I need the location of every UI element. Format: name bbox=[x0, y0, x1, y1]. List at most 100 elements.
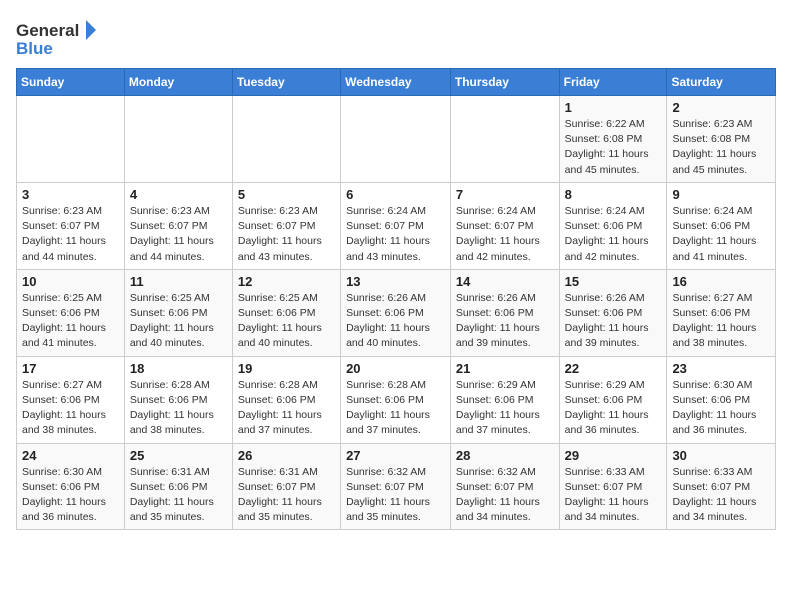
weekday-header-saturday: Saturday bbox=[667, 69, 776, 96]
calendar-cell bbox=[450, 96, 559, 183]
day-info: Sunrise: 6:32 AMSunset: 6:07 PMDaylight:… bbox=[346, 465, 445, 526]
day-number: 27 bbox=[346, 448, 445, 463]
calendar-cell: 21 Sunrise: 6:29 AMSunset: 6:06 PMDayligh… bbox=[450, 356, 559, 443]
calendar-cell: 14 Sunrise: 6:26 AMSunset: 6:06 PMDayligh… bbox=[450, 269, 559, 356]
day-number: 24 bbox=[22, 448, 119, 463]
calendar-cell: 5 Sunrise: 6:23 AMSunset: 6:07 PMDaylight… bbox=[232, 182, 340, 269]
calendar-cell: 27 Sunrise: 6:32 AMSunset: 6:07 PMDayligh… bbox=[341, 443, 451, 530]
day-info: Sunrise: 6:28 AMSunset: 6:06 PMDaylight:… bbox=[346, 378, 445, 439]
calendar-cell: 22 Sunrise: 6:29 AMSunset: 6:06 PMDayligh… bbox=[559, 356, 667, 443]
day-info: Sunrise: 6:32 AMSunset: 6:07 PMDaylight:… bbox=[456, 465, 554, 526]
day-info: Sunrise: 6:23 AMSunset: 6:07 PMDaylight:… bbox=[22, 204, 119, 265]
week-row-4: 17 Sunrise: 6:27 AMSunset: 6:06 PMDayligh… bbox=[17, 356, 776, 443]
day-number: 22 bbox=[565, 361, 662, 376]
weekday-header-monday: Monday bbox=[124, 69, 232, 96]
day-number: 28 bbox=[456, 448, 554, 463]
calendar-cell: 3 Sunrise: 6:23 AMSunset: 6:07 PMDaylight… bbox=[17, 182, 125, 269]
day-number: 7 bbox=[456, 187, 554, 202]
weekday-header-friday: Friday bbox=[559, 69, 667, 96]
calendar-cell: 2Sunrise: 6:23 AMSunset: 6:08 PMDaylight… bbox=[667, 96, 776, 183]
day-number: 29 bbox=[565, 448, 662, 463]
day-info: Sunrise: 6:24 AMSunset: 6:06 PMDaylight:… bbox=[672, 204, 770, 265]
day-info: Sunrise: 6:26 AMSunset: 6:06 PMDaylight:… bbox=[346, 291, 445, 352]
logo: GeneralBlue bbox=[16, 16, 96, 60]
page-header: GeneralBlue bbox=[16, 16, 776, 60]
day-info: Sunrise: 6:24 AMSunset: 6:07 PMDaylight:… bbox=[346, 204, 445, 265]
calendar-cell: 4 Sunrise: 6:23 AMSunset: 6:07 PMDaylight… bbox=[124, 182, 232, 269]
day-number: 17 bbox=[22, 361, 119, 376]
day-info: Sunrise: 6:27 AMSunset: 6:06 PMDaylight:… bbox=[22, 378, 119, 439]
day-info: Sunrise: 6:23 AMSunset: 6:07 PMDaylight:… bbox=[130, 204, 227, 265]
calendar-cell: 30 Sunrise: 6:33 AMSunset: 6:07 PMDayligh… bbox=[667, 443, 776, 530]
calendar-cell: 11Sunrise: 6:25 AMSunset: 6:06 PMDayligh… bbox=[124, 269, 232, 356]
calendar-cell: 7Sunrise: 6:24 AMSunset: 6:07 PMDaylight… bbox=[450, 182, 559, 269]
calendar-cell: 25 Sunrise: 6:31 AMSunset: 6:06 PMDayligh… bbox=[124, 443, 232, 530]
calendar-cell bbox=[17, 96, 125, 183]
calendar-cell: 26 Sunrise: 6:31 AMSunset: 6:07 PMDayligh… bbox=[232, 443, 340, 530]
day-info: Sunrise: 6:25 AMSunset: 6:06 PMDaylight:… bbox=[22, 291, 119, 352]
calendar-cell: 20 Sunrise: 6:28 AMSunset: 6:06 PMDayligh… bbox=[341, 356, 451, 443]
calendar-table: SundayMondayTuesdayWednesdayThursdayFrid… bbox=[16, 68, 776, 530]
calendar-cell: 15 Sunrise: 6:26 AMSunset: 6:06 PMDayligh… bbox=[559, 269, 667, 356]
day-info: Sunrise: 6:26 AMSunset: 6:06 PMDaylight:… bbox=[456, 291, 554, 352]
calendar-cell: 8Sunrise: 6:24 AMSunset: 6:06 PMDaylight… bbox=[559, 182, 667, 269]
day-number: 4 bbox=[130, 187, 227, 202]
calendar-cell: 24 Sunrise: 6:30 AMSunset: 6:06 PMDayligh… bbox=[17, 443, 125, 530]
day-info: Sunrise: 6:29 AMSunset: 6:06 PMDaylight:… bbox=[565, 378, 662, 439]
day-info: Sunrise: 6:28 AMSunset: 6:06 PMDaylight:… bbox=[238, 378, 335, 439]
day-number: 19 bbox=[238, 361, 335, 376]
calendar-cell: 13 Sunrise: 6:26 AMSunset: 6:06 PMDayligh… bbox=[341, 269, 451, 356]
day-info: Sunrise: 6:25 AMSunset: 6:06 PMDaylight:… bbox=[238, 291, 335, 352]
day-info: Sunrise: 6:22 AMSunset: 6:08 PMDaylight:… bbox=[565, 117, 662, 178]
day-number: 14 bbox=[456, 274, 554, 289]
week-row-1: 1Sunrise: 6:22 AMSunset: 6:08 PMDaylight… bbox=[17, 96, 776, 183]
calendar-cell: 17 Sunrise: 6:27 AMSunset: 6:06 PMDayligh… bbox=[17, 356, 125, 443]
day-number: 23 bbox=[672, 361, 770, 376]
weekday-header-thursday: Thursday bbox=[450, 69, 559, 96]
day-number: 9 bbox=[672, 187, 770, 202]
day-info: Sunrise: 6:23 AMSunset: 6:07 PMDaylight:… bbox=[238, 204, 335, 265]
svg-text:Blue: Blue bbox=[16, 39, 53, 58]
day-info: Sunrise: 6:31 AMSunset: 6:07 PMDaylight:… bbox=[238, 465, 335, 526]
day-info: Sunrise: 6:30 AMSunset: 6:06 PMDaylight:… bbox=[22, 465, 119, 526]
day-number: 25 bbox=[130, 448, 227, 463]
day-number: 2 bbox=[672, 100, 770, 115]
day-info: Sunrise: 6:24 AMSunset: 6:06 PMDaylight:… bbox=[565, 204, 662, 265]
day-info: Sunrise: 6:31 AMSunset: 6:06 PMDaylight:… bbox=[130, 465, 227, 526]
day-info: Sunrise: 6:25 AMSunset: 6:06 PMDaylight:… bbox=[130, 291, 227, 352]
day-number: 10 bbox=[22, 274, 119, 289]
day-number: 15 bbox=[565, 274, 662, 289]
calendar-cell: 29Sunrise: 6:33 AMSunset: 6:07 PMDayligh… bbox=[559, 443, 667, 530]
day-number: 5 bbox=[238, 187, 335, 202]
calendar-cell: 10 Sunrise: 6:25 AMSunset: 6:06 PMDayligh… bbox=[17, 269, 125, 356]
calendar-cell: 9 Sunrise: 6:24 AMSunset: 6:06 PMDaylight… bbox=[667, 182, 776, 269]
calendar-cell bbox=[124, 96, 232, 183]
week-row-3: 10 Sunrise: 6:25 AMSunset: 6:06 PMDayligh… bbox=[17, 269, 776, 356]
weekday-header-tuesday: Tuesday bbox=[232, 69, 340, 96]
weekday-header-wednesday: Wednesday bbox=[341, 69, 451, 96]
calendar-cell: 12 Sunrise: 6:25 AMSunset: 6:06 PMDayligh… bbox=[232, 269, 340, 356]
day-number: 30 bbox=[672, 448, 770, 463]
calendar-cell bbox=[341, 96, 451, 183]
day-info: Sunrise: 6:27 AMSunset: 6:06 PMDaylight:… bbox=[672, 291, 770, 352]
day-number: 6 bbox=[346, 187, 445, 202]
day-number: 21 bbox=[456, 361, 554, 376]
calendar-cell: 6 Sunrise: 6:24 AMSunset: 6:07 PMDaylight… bbox=[341, 182, 451, 269]
calendar-cell: 23 Sunrise: 6:30 AMSunset: 6:06 PMDayligh… bbox=[667, 356, 776, 443]
day-number: 18 bbox=[130, 361, 227, 376]
week-row-5: 24 Sunrise: 6:30 AMSunset: 6:06 PMDayligh… bbox=[17, 443, 776, 530]
day-info: Sunrise: 6:33 AMSunset: 6:07 PMDaylight:… bbox=[672, 465, 770, 526]
svg-text:General: General bbox=[16, 21, 79, 40]
day-number: 3 bbox=[22, 187, 119, 202]
day-info: Sunrise: 6:29 AMSunset: 6:06 PMDaylight:… bbox=[456, 378, 554, 439]
day-number: 20 bbox=[346, 361, 445, 376]
day-number: 12 bbox=[238, 274, 335, 289]
day-number: 16 bbox=[672, 274, 770, 289]
calendar-cell: 28 Sunrise: 6:32 AMSunset: 6:07 PMDayligh… bbox=[450, 443, 559, 530]
day-number: 26 bbox=[238, 448, 335, 463]
day-info: Sunrise: 6:30 AMSunset: 6:06 PMDaylight:… bbox=[672, 378, 770, 439]
general-blue-logo-icon: GeneralBlue bbox=[16, 16, 96, 60]
day-number: 13 bbox=[346, 274, 445, 289]
week-row-2: 3 Sunrise: 6:23 AMSunset: 6:07 PMDaylight… bbox=[17, 182, 776, 269]
day-info: Sunrise: 6:26 AMSunset: 6:06 PMDaylight:… bbox=[565, 291, 662, 352]
